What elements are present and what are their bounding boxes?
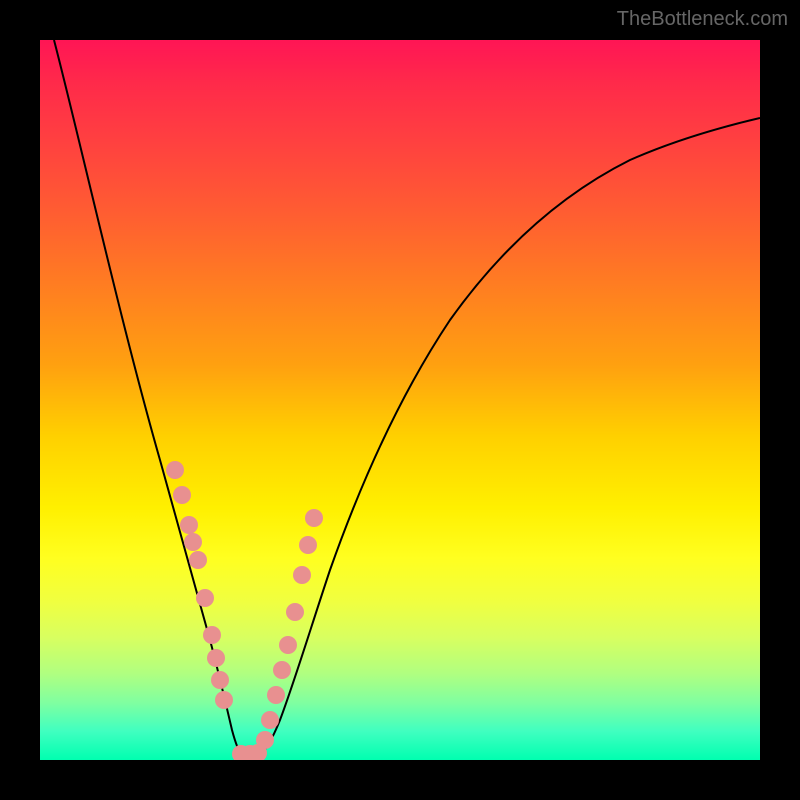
data-point: [166, 461, 184, 479]
data-point: [256, 731, 274, 749]
data-point: [184, 533, 202, 551]
data-point: [286, 603, 304, 621]
data-point: [261, 711, 279, 729]
chart-container: TheBottleneck.com: [0, 0, 800, 800]
plot-area: [40, 40, 760, 760]
bottleneck-curve-line: [54, 40, 760, 756]
data-point: [189, 551, 207, 569]
data-point: [273, 661, 291, 679]
data-point: [267, 686, 285, 704]
data-point: [279, 636, 297, 654]
curve-svg: [40, 40, 760, 760]
data-point: [215, 691, 233, 709]
data-point: [305, 509, 323, 527]
data-point: [203, 626, 221, 644]
data-point: [299, 536, 317, 554]
data-point: [293, 566, 311, 584]
watermark-text: TheBottleneck.com: [617, 8, 788, 31]
data-point: [180, 516, 198, 534]
data-point: [173, 486, 191, 504]
data-point: [207, 649, 225, 667]
data-point: [211, 671, 229, 689]
data-point: [196, 589, 214, 607]
